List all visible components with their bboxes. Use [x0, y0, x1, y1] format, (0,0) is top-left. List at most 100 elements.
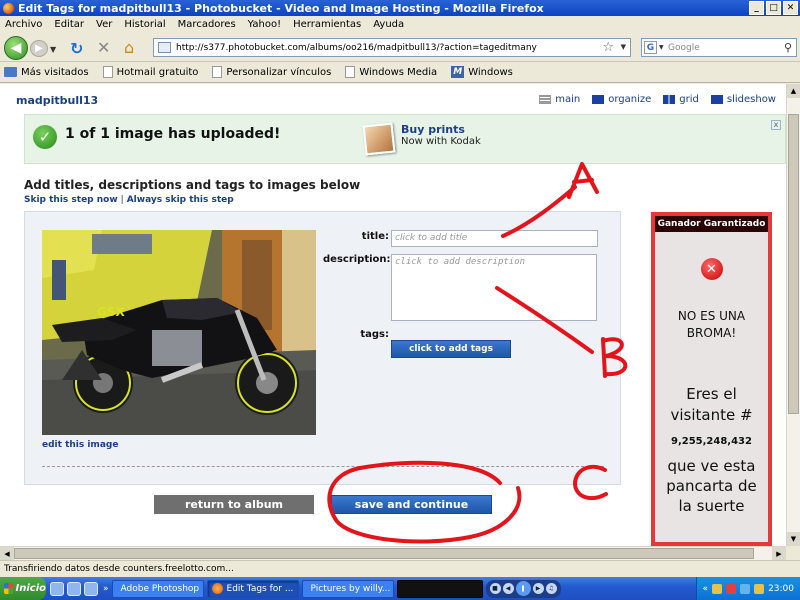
- description-input[interactable]: click to add description: [391, 254, 597, 321]
- quick-launch: [50, 581, 98, 596]
- view-slideshow[interactable]: slideshow: [710, 94, 776, 105]
- horizontal-scrollbar[interactable]: ◀ ▶: [0, 546, 786, 560]
- home-icon[interactable]: ⌂: [124, 38, 134, 57]
- search-box[interactable]: G ▼ Google ⚲: [641, 38, 797, 57]
- volume-icon[interactable]: ♫: [545, 583, 557, 594]
- print-photo-thumbnail[interactable]: [362, 122, 396, 156]
- view-organize[interactable]: organize: [592, 94, 651, 105]
- forward-button[interactable]: ▶: [30, 40, 48, 57]
- bookmark-windows[interactable]: M Windows: [451, 66, 513, 78]
- address-bar[interactable]: http://s377.photobucket.com/albums/oo216…: [153, 38, 631, 57]
- bookmark-star-icon[interactable]: ☆: [602, 40, 614, 55]
- bookmark-personalizar[interactable]: Personalizar vínculos: [212, 66, 331, 78]
- close-icon[interactable]: x: [771, 120, 781, 130]
- view-label: organize: [608, 94, 652, 105]
- tray-icon[interactable]: [712, 583, 723, 594]
- error-x-icon: ✕: [700, 258, 723, 280]
- view-main[interactable]: main: [539, 94, 580, 105]
- back-button[interactable]: ◀: [4, 36, 28, 60]
- menu-ayuda[interactable]: Ayuda: [373, 19, 404, 30]
- folder-icon: [4, 67, 17, 77]
- scroll-right-icon[interactable]: ▶: [772, 547, 786, 560]
- window-title: Edit Tags for madpitbull13 - Photobucket…: [18, 1, 544, 15]
- bookmarks-bar: Más visitados Hotmail gratuito Personali…: [0, 62, 800, 83]
- view-grid[interactable]: grid: [663, 94, 699, 105]
- tray-icon[interactable]: [740, 583, 751, 594]
- menu-ver[interactable]: Ver: [96, 19, 112, 30]
- motorcycle-photo[interactable]: GSX: [42, 230, 316, 435]
- scroll-left-icon[interactable]: ◀: [0, 547, 14, 560]
- tray-icon[interactable]: [726, 583, 737, 594]
- close-button[interactable]: ✕: [783, 1, 798, 15]
- url-dropdown-icon[interactable]: ▼: [621, 43, 626, 51]
- scroll-down-icon[interactable]: ▼: [787, 532, 800, 546]
- menu-archivo[interactable]: Archivo: [5, 19, 42, 30]
- ad-header: Ganador Garantizado: [655, 216, 768, 232]
- add-tags-button[interactable]: click to add tags: [391, 340, 511, 358]
- previous-media-icon[interactable]: ◀: [502, 583, 514, 594]
- pause-media-icon[interactable]: ❚: [515, 581, 531, 596]
- bookmark-hotmail[interactable]: Hotmail gratuito: [102, 66, 199, 78]
- page-icon: [345, 66, 356, 78]
- menu-herramientas[interactable]: Herramientas: [293, 19, 361, 30]
- skip-now-link[interactable]: Skip this step now: [24, 195, 118, 205]
- engine-dropdown-icon[interactable]: ▼: [659, 44, 664, 51]
- tray-icon[interactable]: [754, 583, 765, 594]
- quicklaunch-more-icon[interactable]: »: [103, 584, 109, 594]
- scroll-thumb[interactable]: [788, 114, 799, 414]
- skip-always-link[interactable]: Always skip this step: [127, 195, 234, 205]
- return-to-album-button[interactable]: return to album: [154, 495, 314, 514]
- menu-yahoo[interactable]: Yahoo!: [248, 19, 281, 30]
- title-input[interactable]: click to add title: [391, 230, 598, 247]
- search-icon[interactable]: ⚲: [784, 41, 792, 54]
- page-heading: Add titles, descriptions and tags to ima…: [24, 178, 361, 192]
- start-button[interactable]: Inicio: [0, 577, 46, 600]
- vertical-scrollbar[interactable]: ▲ ▼: [786, 84, 800, 546]
- window-title-bar[interactable]: Edit Tags for madpitbull13 - Photobucket…: [0, 0, 800, 16]
- bookmark-mas-visitados[interactable]: Más visitados: [4, 67, 89, 78]
- buy-prints-link[interactable]: Buy prints: [401, 123, 465, 136]
- ad-visitor-number: 9,255,248,432: [671, 436, 752, 447]
- bookmark-windows-media[interactable]: Windows Media: [345, 66, 437, 78]
- clock[interactable]: 23:00: [768, 584, 794, 594]
- search-quicklaunch-icon[interactable]: [50, 581, 64, 596]
- view-nav: main organize grid slideshow: [539, 94, 776, 105]
- menu-marcadores[interactable]: Marcadores: [178, 19, 236, 30]
- stop-icon[interactable]: ✕: [97, 38, 110, 57]
- edit-image-link[interactable]: edit this image: [42, 440, 118, 450]
- save-and-continue-button[interactable]: save and continue: [331, 495, 492, 514]
- lottery-ad-banner[interactable]: Ganador Garantizado ✕ NO ES UNA BROMA! Er…: [651, 212, 772, 546]
- checkmark-icon: ✓: [33, 125, 57, 149]
- stop-media-icon[interactable]: ■: [489, 583, 501, 594]
- menu-editar[interactable]: Editar: [54, 19, 84, 30]
- reload-icon[interactable]: ↻: [70, 39, 83, 58]
- site-favicon-icon: [158, 42, 171, 53]
- scroll-up-icon[interactable]: ▲: [787, 84, 800, 98]
- menu-historial[interactable]: Historial: [124, 19, 165, 30]
- kodak-text: Now with Kodak: [401, 136, 481, 147]
- bookmark-label: Hotmail gratuito: [116, 66, 199, 78]
- history-dropdown-icon[interactable]: ▼: [50, 45, 56, 54]
- taskbar-redacted-item[interactable]: [396, 579, 483, 598]
- slideshow-icon: [710, 95, 723, 104]
- next-media-icon[interactable]: ▶: [532, 583, 544, 594]
- minimize-button[interactable]: _: [749, 1, 764, 15]
- tray-expand-icon[interactable]: «: [703, 584, 709, 594]
- taskbar-pictures[interactable]: Pictures by willy...: [301, 579, 394, 598]
- taskbar-firefox[interactable]: Edit Tags for ...: [206, 579, 299, 598]
- status-text: Transfiriendo datos desde counters.freel…: [4, 564, 234, 574]
- username-link[interactable]: madpitbull13: [16, 94, 98, 107]
- media-player-controls: ■ ◀ ❚ ▶ ♫: [485, 579, 561, 598]
- browser-quicklaunch-icon[interactable]: [84, 581, 98, 596]
- image-edit-panel: GSX edit this image title: click to add …: [24, 211, 621, 485]
- bookmark-label: Más visitados: [21, 66, 89, 78]
- forward-arrow-icon: ▶: [35, 43, 43, 54]
- google-icon[interactable]: G: [644, 41, 657, 54]
- maximize-button[interactable]: □: [766, 1, 781, 15]
- scroll-thumb[interactable]: [14, 548, 754, 559]
- upload-message: 1 of 1 image has uploaded!: [65, 126, 281, 142]
- ie-quicklaunch-icon[interactable]: [67, 581, 81, 596]
- view-label: grid: [679, 94, 699, 105]
- page-icon: [212, 66, 223, 78]
- taskbar-photoshop[interactable]: Adobe Photoshop: [111, 579, 204, 598]
